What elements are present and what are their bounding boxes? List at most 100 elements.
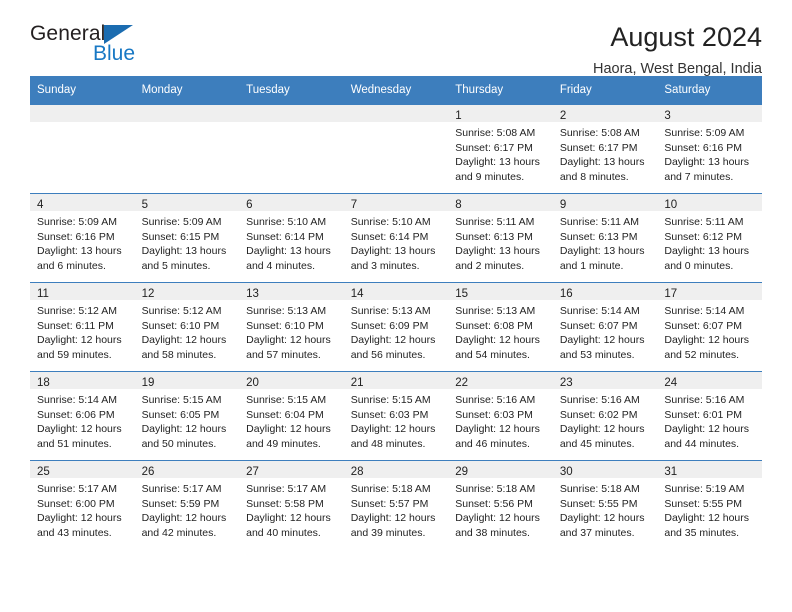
day-cell-content	[239, 105, 344, 193]
calendar-day-cell[interactable]: 6 Sunrise: 5:10 AM Sunset: 6:14 PM Daylight…	[239, 193, 344, 283]
daylight-text-line1: Daylight: 13 hours	[37, 245, 122, 258]
day-cell-content: 2 Sunrise: 5:08 AM Sunset: 6:17 PM Daylight…	[552, 105, 658, 193]
page-subtitle-location: Haora, West Bengal, India	[593, 61, 762, 78]
calendar-day-cell[interactable]: 2 Sunrise: 5:08 AM Sunset: 6:17 PM Daylight…	[552, 104, 658, 194]
calendar-day-cell[interactable]: 12 Sunrise: 5:12 AM Sunset: 6:10 PM Dayligh…	[134, 282, 240, 372]
calendar-day-cell[interactable]: 11 Sunrise: 5:12 AM Sunset: 6:11 PM Dayligh…	[30, 282, 135, 372]
sunrise-text: Sunrise: 5:14 AM	[37, 394, 117, 406]
calendar-day-cell[interactable]: 26 Sunrise: 5:17 AM Sunset: 5:59 PM Dayligh…	[134, 460, 240, 549]
day-detail-lines: Sunrise: 5:14 AM Sunset: 6:07 PM Daylight:…	[553, 300, 658, 362]
calendar-day-cell[interactable]: 20 Sunrise: 5:15 AM Sunset: 6:04 PM Dayligh…	[239, 371, 344, 461]
calendar-day-cell[interactable]: 15 Sunrise: 5:13 AM Sunset: 6:08 PM Dayligh…	[448, 282, 553, 372]
calendar-day-cell[interactable]: 21 Sunrise: 5:15 AM Sunset: 6:03 PM Dayligh…	[343, 371, 449, 461]
daylight-text-line2: and 2 minutes.	[455, 259, 525, 272]
day-cell-content: 9 Sunrise: 5:11 AM Sunset: 6:13 PM Daylight…	[552, 194, 658, 282]
calendar-day-cell[interactable]: 10 Sunrise: 5:11 AM Sunset: 6:12 PM Dayligh…	[657, 193, 762, 283]
day-number-band: 23	[552, 372, 658, 389]
calendar-day-cell[interactable]: 25 Sunrise: 5:17 AM Sunset: 6:00 PM Dayligh…	[30, 460, 135, 549]
daylight-text-line2: and 38 minutes.	[455, 526, 530, 539]
day-number: 5	[141, 199, 148, 211]
weekday-header-tuesday: Tuesday	[239, 76, 344, 105]
daylight-text-line2: and 53 minutes.	[559, 348, 635, 361]
day-detail-lines: Sunrise: 5:15 AM Sunset: 6:05 PM Daylight:…	[135, 389, 240, 451]
calendar-day-cell[interactable]: 29 Sunrise: 5:18 AM Sunset: 5:56 PM Dayligh…	[448, 460, 553, 549]
calendar-day-cell[interactable]: 1 Sunrise: 5:08 AM Sunset: 6:17 PM Daylight…	[448, 104, 553, 194]
day-number: 26	[141, 466, 155, 478]
calendar-day-cell[interactable]: 30 Sunrise: 5:18 AM Sunset: 5:55 PM Dayligh…	[552, 460, 658, 549]
day-number-band: 17	[657, 283, 762, 300]
daylight-text-line1: Daylight: 12 hours	[246, 423, 331, 436]
sunrise-text: Sunrise: 5:11 AM	[559, 216, 639, 228]
calendar-day-cell[interactable]: 27 Sunrise: 5:17 AM Sunset: 5:58 PM Dayligh…	[239, 460, 344, 549]
day-detail-lines: Sunrise: 5:08 AM Sunset: 6:17 PM Daylight:…	[553, 122, 658, 184]
calendar-day-cell[interactable]: 18 Sunrise: 5:14 AM Sunset: 6:06 PM Dayligh…	[30, 371, 135, 461]
sunrise-sunset-calendar-table: Sunday Monday Tuesday Wednesday Thursday…	[30, 76, 762, 549]
calendar-day-cell[interactable]: 16 Sunrise: 5:14 AM Sunset: 6:07 PM Dayligh…	[552, 282, 658, 372]
calendar-day-cell-empty	[343, 104, 449, 194]
daylight-text-line2: and 46 minutes.	[455, 437, 530, 450]
day-cell-content: 12 Sunrise: 5:12 AM Sunset: 6:10 PM Dayligh…	[134, 283, 240, 371]
daylight-text-line1: Daylight: 12 hours	[246, 512, 331, 525]
daylight-text-line2: and 8 minutes.	[559, 170, 629, 183]
sunset-text: Sunset: 6:11 PM	[37, 319, 114, 332]
calendar-day-cell[interactable]: 9 Sunrise: 5:11 AM Sunset: 6:13 PM Daylight…	[552, 193, 658, 283]
daylight-text-line1: Daylight: 12 hours	[37, 512, 122, 525]
daylight-text-line2: and 59 minutes.	[37, 348, 112, 361]
daylight-text-line2: and 35 minutes.	[664, 526, 740, 539]
daylight-text-line2: and 43 minutes.	[37, 526, 112, 539]
sunset-text: Sunset: 6:16 PM	[664, 141, 743, 154]
weekday-header-monday: Monday	[134, 76, 240, 105]
sunset-text: Sunset: 6:13 PM	[559, 230, 638, 243]
calendar-day-cell[interactable]: 24 Sunrise: 5:16 AM Sunset: 6:01 PM Dayligh…	[657, 371, 762, 461]
calendar-day-cell[interactable]: 28 Sunrise: 5:18 AM Sunset: 5:57 PM Dayligh…	[343, 460, 449, 549]
calendar-day-cell[interactable]: 3 Sunrise: 5:09 AM Sunset: 6:16 PM Daylight…	[657, 104, 762, 194]
daylight-text-line1: Daylight: 12 hours	[350, 334, 436, 347]
daylight-text-line1: Daylight: 12 hours	[350, 512, 436, 525]
daylight-text-line2: and 54 minutes.	[455, 348, 530, 361]
calendar-day-cell[interactable]: 31 Sunrise: 5:19 AM Sunset: 5:55 PM Dayligh…	[657, 460, 762, 549]
daylight-text-line1: Daylight: 13 hours	[664, 156, 750, 169]
day-number-band: 13	[239, 283, 344, 300]
daylight-text-line1: Daylight: 13 hours	[455, 245, 540, 258]
day-number: 12	[141, 288, 155, 300]
sunrise-text: Sunrise: 5:10 AM	[350, 216, 431, 228]
calendar-day-cell[interactable]: 5 Sunrise: 5:09 AM Sunset: 6:15 PM Daylight…	[134, 193, 240, 283]
daylight-text-line1: Daylight: 12 hours	[37, 334, 122, 347]
sunrise-text: Sunrise: 5:17 AM	[141, 483, 222, 495]
day-detail-lines: Sunrise: 5:09 AM Sunset: 6:15 PM Daylight:…	[135, 211, 240, 273]
daylight-text-line1: Daylight: 12 hours	[559, 334, 645, 347]
calendar-day-cell[interactable]: 23 Sunrise: 5:16 AM Sunset: 6:02 PM Dayligh…	[552, 371, 658, 461]
day-detail-lines: Sunrise: 5:09 AM Sunset: 6:16 PM Daylight:…	[657, 122, 762, 184]
general-blue-logo[interactable]: General Blue	[30, 22, 180, 70]
day-number: 17	[664, 288, 678, 300]
sunrise-text: Sunrise: 5:08 AM	[455, 127, 536, 139]
calendar-day-cell-empty	[134, 104, 240, 194]
calendar-day-cell[interactable]: 14 Sunrise: 5:13 AM Sunset: 6:09 PM Dayligh…	[343, 282, 449, 372]
calendar-day-cell[interactable]: 4 Sunrise: 5:09 AM Sunset: 6:16 PM Daylight…	[30, 193, 135, 283]
sunrise-text: Sunrise: 5:09 AM	[664, 127, 745, 139]
daylight-text-line2: and 52 minutes.	[664, 348, 740, 361]
daylight-text-line2: and 5 minutes.	[141, 259, 211, 272]
calendar-day-cell[interactable]: 19 Sunrise: 5:15 AM Sunset: 6:05 PM Dayligh…	[134, 371, 240, 461]
logo-text-blue: Blue	[93, 42, 136, 65]
day-number: 7	[350, 199, 358, 211]
calendar-day-cell[interactable]: 7 Sunrise: 5:10 AM Sunset: 6:14 PM Daylight…	[343, 193, 449, 283]
calendar-week-row: 11 Sunrise: 5:12 AM Sunset: 6:11 PM Dayligh…	[30, 282, 762, 372]
daylight-text-line1: Daylight: 12 hours	[664, 334, 750, 347]
weekday-header-friday: Friday	[552, 76, 658, 105]
daylight-text-line2: and 40 minutes.	[246, 526, 321, 539]
day-number: 3	[664, 110, 671, 122]
sunrise-text: Sunrise: 5:12 AM	[141, 305, 222, 317]
daylight-text-line2: and 49 minutes.	[246, 437, 321, 450]
calendar-day-cell[interactable]: 17 Sunrise: 5:14 AM Sunset: 6:07 PM Dayligh…	[657, 282, 762, 372]
sunrise-text: Sunrise: 5:09 AM	[37, 216, 117, 228]
calendar-day-cell[interactable]: 22 Sunrise: 5:16 AM Sunset: 6:03 PM Dayligh…	[448, 371, 553, 461]
calendar-day-cell[interactable]: 8 Sunrise: 5:11 AM Sunset: 6:13 PM Daylight…	[448, 193, 553, 283]
daylight-text-line1: Daylight: 12 hours	[664, 423, 750, 436]
day-cell-content: 1 Sunrise: 5:08 AM Sunset: 6:17 PM Daylight…	[448, 105, 553, 193]
calendar-day-cell[interactable]: 13 Sunrise: 5:13 AM Sunset: 6:10 PM Dayligh…	[239, 282, 344, 372]
sunrise-text: Sunrise: 5:15 AM	[141, 394, 222, 406]
day-cell-content: 3 Sunrise: 5:09 AM Sunset: 6:16 PM Daylight…	[657, 105, 762, 193]
day-cell-content	[30, 105, 135, 193]
day-number: 25	[37, 466, 50, 478]
